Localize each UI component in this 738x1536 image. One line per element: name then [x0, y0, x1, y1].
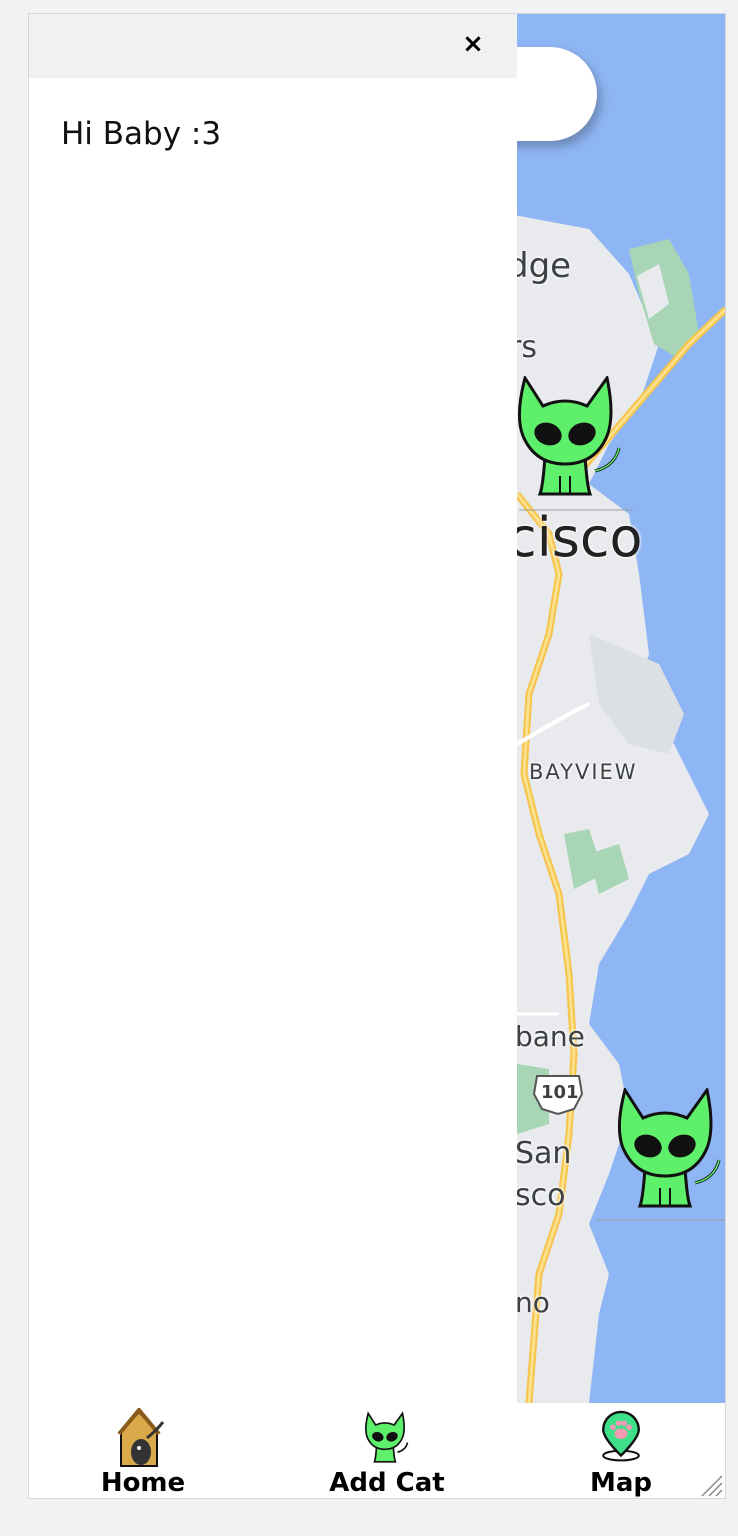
cat-marker-icon[interactable] [615, 1088, 725, 1210]
nav-item-home[interactable]: Home [43, 1403, 243, 1498]
bottom-nav: Home Add Cat Map [29, 1403, 725, 1498]
resize-grip-icon[interactable] [698, 1472, 724, 1498]
cat-marker-icon[interactable] [515, 376, 625, 498]
map-label-bruno: no [515, 1286, 550, 1319]
highway-shield-label: 101 [541, 1082, 579, 1103]
nav-label-home: Home [100, 1468, 186, 1498]
nav-item-add-cat[interactable]: Add Cat [287, 1403, 487, 1498]
drawer-header: × [29, 14, 517, 78]
map-label-brisbane: bane [515, 1020, 585, 1053]
nav-label-map: Map [589, 1468, 653, 1498]
nav-label-add-cat: Add Cat [329, 1468, 445, 1498]
greeting-text: Hi Baby :3 [61, 116, 222, 152]
nav-item-map[interactable]: Map [521, 1403, 721, 1498]
map-label-city: cisco [507, 506, 643, 569]
map-label-ssf-line1: San [515, 1136, 572, 1171]
app-frame: dge rs cisco BAYVIEW bane 101 San sco no [28, 13, 726, 1499]
map-label-bayview: BAYVIEW [529, 760, 638, 784]
side-drawer: × Hi Baby :3 [29, 14, 517, 1403]
close-button[interactable]: × [459, 30, 487, 58]
map-label-ssf-line2: sco [515, 1178, 566, 1213]
map-pin-paw-icon [602, 1410, 640, 1462]
cat-house-icon [117, 1408, 165, 1467]
green-cat-icon [365, 1411, 409, 1463]
